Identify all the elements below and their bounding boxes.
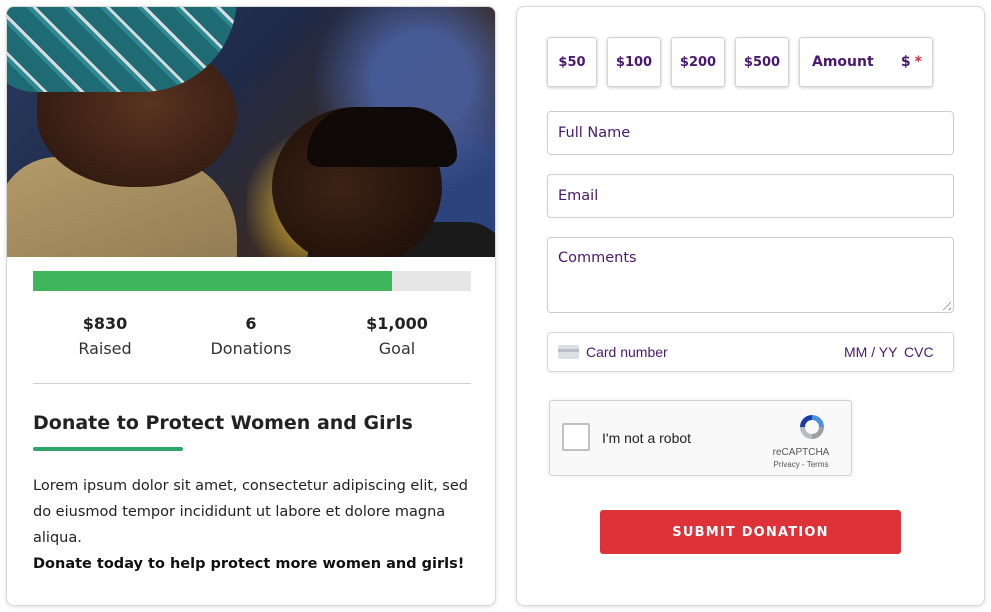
stat-goal-value: $1,000 xyxy=(366,314,428,333)
textarea-resize-handle[interactable] xyxy=(939,298,951,310)
recaptcha-brand: reCAPTCHA xyxy=(772,447,830,458)
custom-amount-currency: $ * xyxy=(901,54,922,70)
stat-donations-value: 6 xyxy=(245,314,257,333)
card-details-input[interactable]: Card number MM / YY CVC xyxy=(547,332,954,372)
full-name-placeholder: Full Name xyxy=(558,125,631,141)
stat-raised-label: Raised xyxy=(78,339,132,358)
email-field[interactable]: Email xyxy=(547,174,954,218)
recaptcha-privacy-terms-links[interactable]: Privacy - Terms xyxy=(756,460,846,469)
campaign-call-to-action: Donate today to help protect more women … xyxy=(33,556,465,572)
campaign-description: Lorem ipsum dolor sit amet, consectetur … xyxy=(33,478,468,546)
campaign-hero-image xyxy=(7,7,495,257)
card-number-placeholder[interactable]: Card number xyxy=(586,344,668,360)
stat-raised: $830 Raised xyxy=(35,314,175,358)
email-placeholder: Email xyxy=(558,188,599,204)
recaptcha-logo-icon xyxy=(800,415,824,439)
currency-symbol: $ xyxy=(900,54,911,70)
fundraising-progress-fill xyxy=(33,271,393,291)
amount-50-button[interactable]: $50 xyxy=(547,37,597,87)
custom-amount-placeholder: Amount xyxy=(812,54,874,70)
stats-divider xyxy=(33,383,471,384)
title-underline xyxy=(33,447,183,451)
required-marker: * xyxy=(914,54,922,70)
custom-amount-input[interactable]: Amount $ * xyxy=(799,37,933,87)
campaign-card: $830 Raised 6 Donations $1,000 Goal Dona… xyxy=(6,6,496,606)
card-expiry-placeholder[interactable]: MM / YY xyxy=(844,344,897,360)
amount-500-button[interactable]: $500 xyxy=(735,37,789,87)
recaptcha-checkbox[interactable] xyxy=(562,423,590,451)
card-cvc-placeholder[interactable]: CVC xyxy=(904,344,934,360)
fundraising-progress-bar xyxy=(33,271,471,291)
campaign-title: Donate to Protect Women and Girls xyxy=(33,412,413,434)
comments-textarea[interactable]: Comments xyxy=(547,237,954,313)
donation-form: $50 $100 $200 $500 Amount $ * Full Name E… xyxy=(516,6,985,606)
full-name-field[interactable]: Full Name xyxy=(547,111,954,155)
stat-donations: 6 Donations xyxy=(181,314,321,358)
recaptcha-widget: I'm not a robot reCAPTCHA Privacy - Term… xyxy=(549,400,852,476)
comments-placeholder: Comments xyxy=(558,250,637,266)
submit-donation-button[interactable]: SUBMIT DONATION xyxy=(600,510,901,554)
stat-goal-label: Goal xyxy=(378,339,416,358)
amount-200-button[interactable]: $200 xyxy=(671,37,725,87)
stat-raised-value: $830 xyxy=(82,314,128,333)
stat-donations-label: Donations xyxy=(210,339,292,358)
hero-child-hair xyxy=(307,107,457,167)
credit-card-icon xyxy=(558,345,579,359)
amount-100-button[interactable]: $100 xyxy=(607,37,661,87)
stat-goal: $1,000 Goal xyxy=(327,314,467,358)
recaptcha-label: I'm not a robot xyxy=(602,430,692,446)
